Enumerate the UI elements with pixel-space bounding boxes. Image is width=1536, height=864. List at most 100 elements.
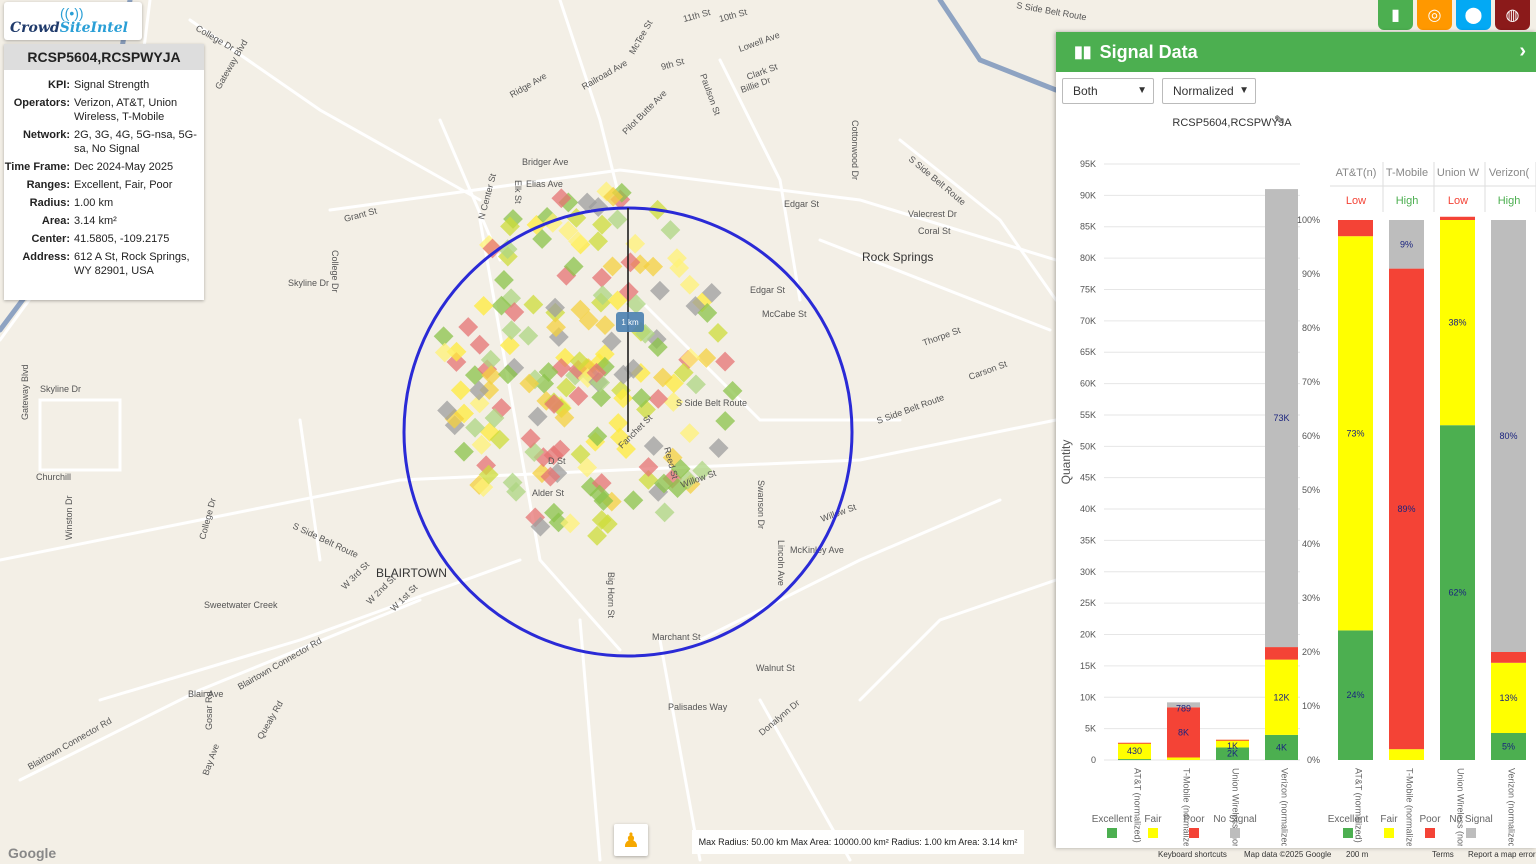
- y-tick-label: 35K: [1080, 535, 1096, 545]
- map-label: Gosar Rd: [204, 691, 214, 730]
- bar-segment: [1216, 739, 1249, 741]
- y-tick-label: 30%: [1302, 593, 1320, 603]
- info-value: 1.00 km: [74, 197, 114, 209]
- info-row: Area: 3.14 km²: [4, 214, 204, 228]
- map-label: Big Horn St: [606, 572, 616, 619]
- legend-swatch: [1343, 828, 1353, 838]
- map-label: S Side Belt Route: [676, 398, 747, 408]
- operator-select[interactable]: Both ▼: [1062, 78, 1154, 104]
- legend-label: Poor: [1419, 814, 1441, 825]
- column-header: Union W: [1437, 167, 1480, 179]
- y-tick-label: 65K: [1080, 347, 1096, 357]
- y-tick-label: 5K: [1085, 724, 1096, 734]
- map-label: Bridger Ave: [522, 157, 568, 167]
- map-label: Lincoln Ave: [776, 540, 786, 586]
- info-card: RCSP5604,RCSPWYJA KPI: Signal Strength Ope…: [4, 44, 204, 300]
- street-view-pegman-icon[interactable]: ♟: [614, 824, 648, 856]
- rating-label: Low: [1346, 195, 1366, 207]
- y-tick-label: 0%: [1307, 755, 1320, 765]
- map-label: McCabe St: [762, 309, 807, 319]
- info-value: 612 A St, Rock Springs, WY 82901, USA: [74, 251, 190, 277]
- map-label: Swanson Dr: [756, 480, 766, 529]
- bar-data-label: 5%: [1502, 742, 1515, 752]
- y-tick-label: 70%: [1302, 377, 1320, 387]
- y-tick-label: 60K: [1080, 379, 1096, 389]
- bar-data-label: 38%: [1448, 318, 1466, 328]
- legend-label: Excellent: [1328, 814, 1369, 825]
- bar-chart-icon: ▮▮: [1074, 44, 1092, 61]
- mode-select[interactable]: Normalized ▼: [1162, 78, 1256, 104]
- location-button[interactable]: ⬤: [1456, 0, 1491, 30]
- map-label: Churchill: [36, 472, 71, 482]
- legend-label: No Signal: [1449, 814, 1492, 825]
- x-tick-label: Verizon (normalized): [1507, 768, 1517, 846]
- info-key: Area:: [41, 215, 70, 227]
- info-key: Network:: [22, 129, 70, 141]
- y-tick-label: 45K: [1080, 473, 1096, 483]
- terms-link[interactable]: Terms: [1432, 850, 1454, 859]
- x-tick-label: AT&T (normalized): [1133, 768, 1143, 843]
- target-button[interactable]: ◎: [1417, 0, 1452, 30]
- chart-button[interactable]: ▮: [1378, 0, 1413, 30]
- map-data-text: Map data ©2025 Google: [1244, 850, 1332, 859]
- rating-label: High: [1396, 195, 1419, 207]
- legend-swatch: [1148, 828, 1158, 838]
- column-header: T-Mobile: [1386, 167, 1428, 179]
- globe-icon: ◍: [1505, 7, 1520, 24]
- bottom-info-bar: Max Radius: 50.00 km Max Area: 10000.00 …: [692, 830, 1024, 854]
- map-label: Edgar St: [750, 285, 786, 295]
- app-logo[interactable]: ((•)) CrowdSiteIntel: [4, 2, 142, 40]
- bar-segment: [1389, 749, 1424, 760]
- x-tick-label: Union Wireless (normalized): [1456, 768, 1466, 846]
- google-logo: Google: [8, 845, 57, 861]
- report-error-link[interactable]: Report a map error: [1468, 850, 1536, 859]
- map-label: Elk St: [513, 180, 523, 204]
- info-value: Dec 2024-May 2025: [74, 161, 174, 173]
- bar-segment: [1338, 220, 1373, 237]
- bar-data-label: 12K: [1273, 692, 1289, 702]
- bar-segment: [1118, 742, 1151, 744]
- map-pin-icon: ⬤: [1464, 7, 1483, 24]
- bar-data-label: 80%: [1499, 431, 1517, 441]
- info-row: KPI: Signal Strength: [4, 78, 204, 92]
- info-value: Signal Strength: [74, 79, 150, 91]
- info-key: Radius:: [29, 197, 70, 209]
- y-tick-label: 80%: [1302, 323, 1320, 333]
- y-tick-label: 20K: [1080, 630, 1096, 640]
- y-axis-label: Quantity: [1059, 440, 1073, 485]
- y-tick-label: 100%: [1297, 215, 1320, 225]
- info-value: 3.14 km²: [74, 215, 117, 227]
- signal-chart: RCSP5604,RCSPWYJA✎Quantity05K10K15K20K25…: [1059, 113, 1536, 846]
- logo-text: CrowdSiteIntel: [10, 20, 128, 36]
- x-tick-label: Verizon (normalized): [1280, 768, 1290, 846]
- info-value: Excellent, Fair, Poor: [74, 179, 173, 191]
- collapse-chevron-icon[interactable]: ›: [1519, 40, 1526, 63]
- info-key: Ranges:: [26, 179, 70, 191]
- y-tick-label: 90K: [1080, 190, 1096, 200]
- antenna-icon: ((•)): [60, 5, 84, 21]
- legend-label: Fair: [1144, 814, 1162, 825]
- map-label: Edgar St: [784, 199, 820, 209]
- y-tick-label: 40K: [1080, 504, 1096, 514]
- pencil-icon[interactable]: ✎: [1274, 113, 1284, 127]
- legend-swatch: [1425, 828, 1435, 838]
- y-tick-label: 80K: [1080, 253, 1096, 263]
- info-value: 2G, 3G, 4G, 5G-nsa, 5G-sa, No Signal: [74, 129, 197, 155]
- x-tick-label: AT&T (normalized): [1354, 768, 1364, 843]
- map-label: Alder St: [532, 488, 565, 498]
- map-label: Valecrest Dr: [908, 209, 957, 219]
- map-label: Marchant St: [652, 632, 701, 642]
- keyboard-shortcuts-link[interactable]: Keyboard shortcuts: [1158, 850, 1227, 859]
- map-label: Skyline Dr: [40, 384, 81, 394]
- y-tick-label: 90%: [1302, 269, 1320, 279]
- legend-swatch: [1466, 828, 1476, 838]
- operator-select-value: Both: [1073, 84, 1098, 98]
- info-key: Address:: [22, 251, 70, 263]
- scale-label: 1 km: [621, 318, 639, 327]
- bar-data-label: 13%: [1499, 693, 1517, 703]
- map-label: Elias Ave: [526, 179, 563, 189]
- bar-data-label: 789: [1176, 703, 1191, 713]
- globe-button[interactable]: ◍: [1495, 0, 1530, 30]
- y-tick-label: 75K: [1080, 284, 1096, 294]
- bar-data-label: 89%: [1397, 504, 1415, 514]
